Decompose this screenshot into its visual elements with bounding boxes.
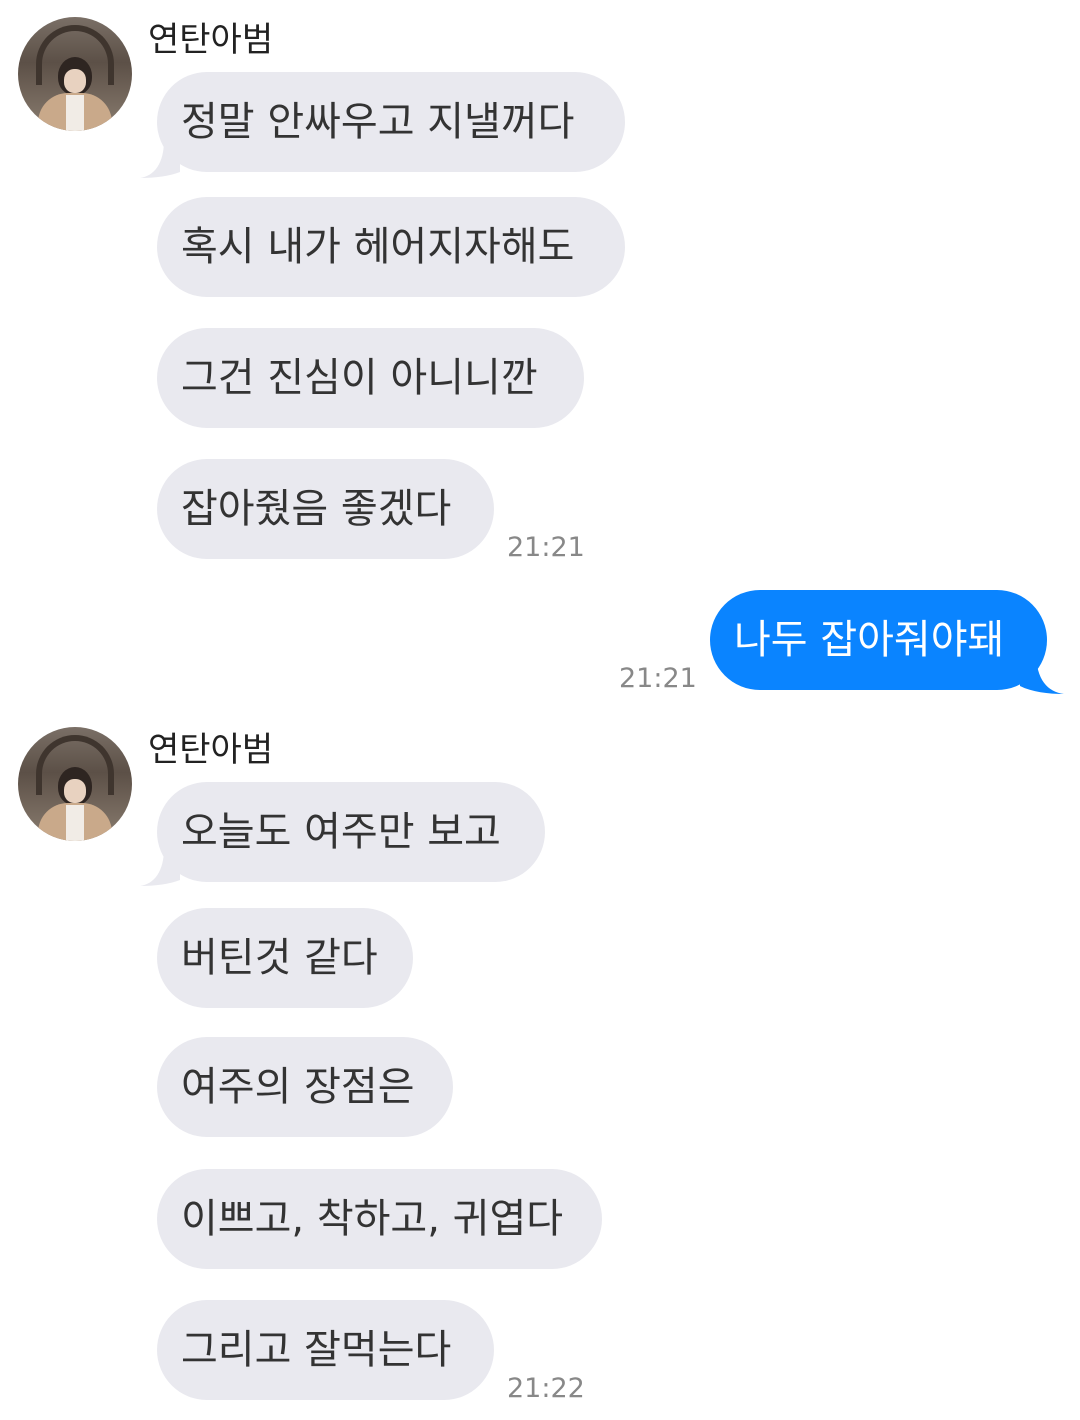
sender-name: 연탄아범 [148,730,274,770]
message-bubble[interactable]: 그건 진심이 아니니깐 [157,328,584,428]
message-bubble[interactable]: 잡아줬음 좋겠다 [157,459,494,559]
message-bubble[interactable]: 오늘도 여주만 보고 [157,782,545,882]
message-bubble[interactable]: 이쁘고, 착하고, 귀엽다 [157,1169,602,1269]
sender-avatar[interactable] [18,17,132,131]
message-bubble[interactable]: 그리고 잘먹는다 [157,1300,494,1400]
message-bubble-outgoing[interactable]: 나두 잡아줘야돼 [710,590,1047,690]
message-timestamp: 21:22 [507,1373,585,1404]
message-timestamp: 21:21 [507,532,585,563]
sender-avatar[interactable] [18,727,132,841]
message-timestamp: 21:21 [619,663,697,694]
message-bubble[interactable]: 여주의 장점은 [157,1037,453,1137]
message-bubble[interactable]: 버틴것 같다 [157,908,413,1008]
message-bubble[interactable]: 혹시 내가 헤어지자해도 [157,197,625,297]
message-bubble[interactable]: 정말 안싸우고 지낼꺼다 [157,72,625,172]
sender-name: 연탄아범 [148,20,274,60]
